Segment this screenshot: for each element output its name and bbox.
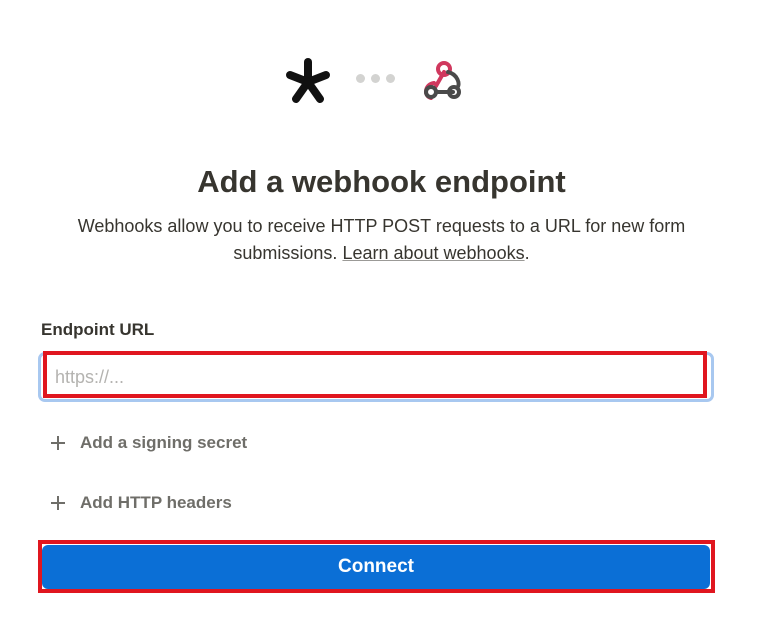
- integration-logos: [0, 56, 763, 106]
- add-signing-secret-button[interactable]: Add a signing secret: [50, 428, 247, 458]
- page-title: Add a webhook endpoint: [197, 164, 566, 199]
- endpoint-url-label: Endpoint URL: [41, 320, 155, 339]
- learn-about-webhooks-link[interactable]: Learn about webhooks: [342, 243, 524, 263]
- dot: [356, 74, 365, 83]
- add-signing-secret-label: Add a signing secret: [80, 433, 248, 452]
- plus-icon: [50, 495, 66, 511]
- dot: [386, 74, 395, 83]
- webhook-icon: [424, 61, 461, 100]
- add-http-headers-button[interactable]: Add HTTP headers: [50, 488, 232, 518]
- endpoint-url-input[interactable]: [51, 362, 699, 392]
- description-suffix: .: [524, 243, 530, 263]
- ellipsis-dots-icon: [356, 74, 396, 86]
- page-description: Webhooks allow you to receive HTTP POST …: [40, 213, 723, 267]
- dot: [371, 74, 380, 83]
- connect-button[interactable]: Connect: [42, 545, 710, 589]
- endpoint-url-field[interactable]: [38, 352, 714, 402]
- add-http-headers-label: Add HTTP headers: [80, 493, 232, 512]
- plus-icon: [50, 435, 66, 451]
- asterisk-logo-icon: [286, 58, 330, 103]
- webhook-setup-page: Add a webhook endpoint Webhooks allow yo…: [0, 0, 763, 624]
